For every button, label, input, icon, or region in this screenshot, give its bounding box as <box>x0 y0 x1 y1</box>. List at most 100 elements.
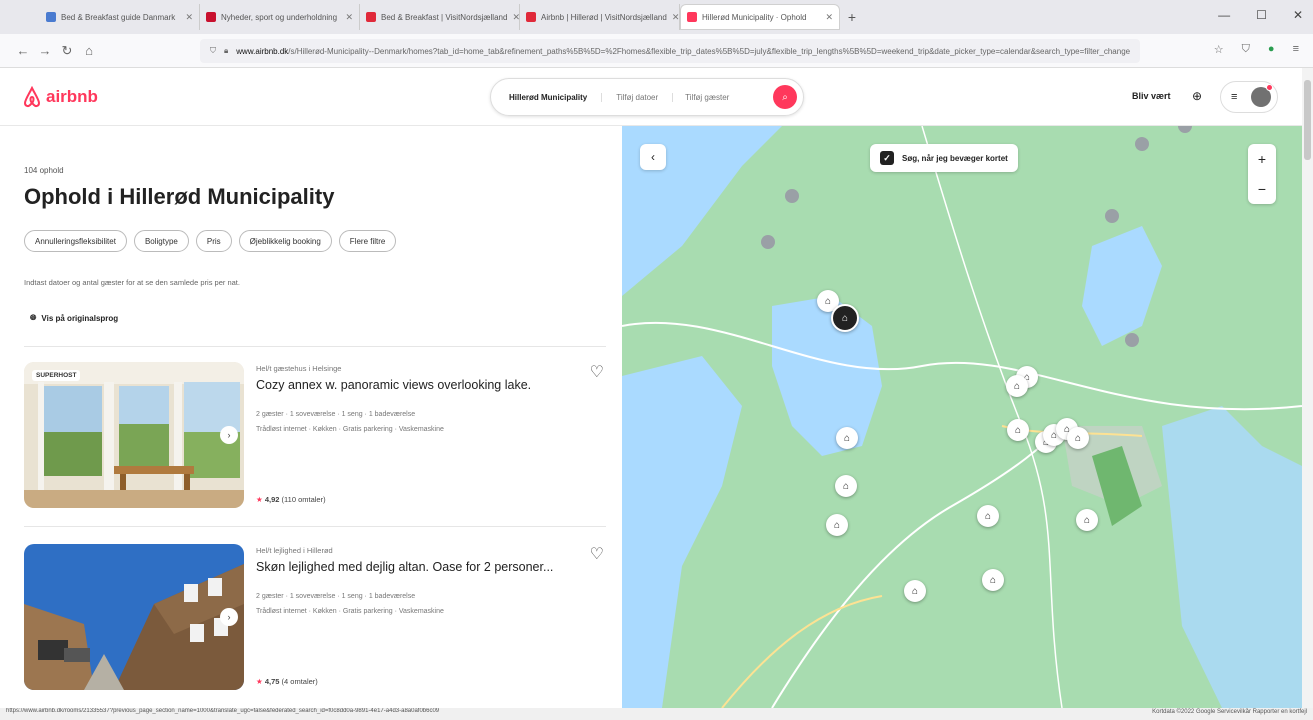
address-bar[interactable]: ⛉ 🔒︎ www.airbnb.dk /s/Hillerød-Municipal… <box>200 39 1140 63</box>
listing-title[interactable]: Cozy annex w. panoramic views overlookin… <box>256 378 531 392</box>
reload-icon[interactable]: ↻ <box>56 43 78 59</box>
extension-icon[interactable]: ● <box>1268 43 1275 56</box>
tab-favicon <box>206 12 216 22</box>
map-attribution[interactable]: Kortdata ©2022 Google Servicevilkår Rapp… <box>1152 709 1307 715</box>
filter-instant-book[interactable]: Øjeblikkelig booking <box>238 230 332 252</box>
app-menu-icon[interactable]: ≡ <box>1293 43 1299 56</box>
status-url: https://www.airbnb.dk/rooms/21335537?pre… <box>6 708 440 714</box>
map-canvas[interactable] <box>622 126 1302 708</box>
map-pin-selected[interactable]: ⌂ <box>831 304 859 332</box>
pocket-icon[interactable]: ⛉ <box>1242 43 1250 56</box>
map-panel[interactable]: ‹ ✓ Søg, når jeg bevæger kortet + − ⌂ ⌂ … <box>622 126 1302 708</box>
back-icon[interactable]: ← <box>12 43 34 58</box>
search-location[interactable]: Hillerød Municipality <box>509 92 603 102</box>
browser-tab-4[interactable]: Airbnb | Hillerød | VisitNordsjælland ✕ <box>520 4 680 30</box>
close-icon[interactable]: ✕ <box>185 12 193 23</box>
navigation-bar: ← → ↻ ⌂ ⛉ 🔒︎ www.airbnb.dk /s/Hillerød-M… <box>0 34 1313 68</box>
map-pin[interactable]: ⌂ <box>982 569 1004 591</box>
search-bar[interactable]: Hillerød Municipality Tilføj datoer Tilf… <box>490 78 804 116</box>
house-icon: ⌂ <box>1013 380 1021 392</box>
filter-more[interactable]: Flere filtre <box>338 230 397 252</box>
close-icon[interactable]: ✕ <box>345 12 353 23</box>
filter-property-type[interactable]: Boligtype <box>133 230 189 252</box>
map-pin[interactable]: ⌂ <box>1006 375 1028 397</box>
shield-icon: ⛉ <box>210 46 216 55</box>
listing-photo[interactable]: › <box>24 544 244 690</box>
filter-cancellation[interactable]: Annulleringsfleksibilitet <box>24 230 127 252</box>
zoom-in-button[interactable]: + <box>1258 151 1266 167</box>
browser-tab-2[interactable]: Nyheder, sport og underholdning ✕ <box>200 4 360 30</box>
star-icon: ★ <box>256 495 263 504</box>
status-bar: https://www.airbnb.dk/rooms/21335537?pre… <box>0 708 1313 720</box>
close-window-icon[interactable]: ✕ <box>1293 8 1303 22</box>
map-pin[interactable]: ⌂ <box>1067 427 1089 449</box>
browser-toolbar-right: ☆ ⛉ ● ≡ <box>1214 43 1299 56</box>
translate-icon: 🌐︎ <box>30 313 37 322</box>
tab-label: Hillerød Municipality · Ophold <box>702 12 807 22</box>
scrollbar-thumb[interactable] <box>1304 80 1311 160</box>
browser-tab-active[interactable]: Hillerød Municipality · Ophold ✕ <box>680 4 840 30</box>
next-photo-button[interactable]: › <box>220 426 238 444</box>
heart-icon[interactable]: ♡ <box>590 544 604 564</box>
review-count: (110 omtaler) <box>281 495 326 504</box>
tab-label: Nyheder, sport og underholdning <box>221 12 338 22</box>
url-host: www.airbnb.dk <box>236 46 289 56</box>
zoom-out-button[interactable]: − <box>1258 181 1266 197</box>
airbnb-favicon <box>687 12 697 22</box>
search-button[interactable]: ⌕ <box>773 85 797 109</box>
logo-text: airbnb <box>46 87 98 106</box>
page-scrollbar[interactable] <box>1302 68 1313 708</box>
next-photo-button[interactable]: › <box>220 608 238 626</box>
filter-price[interactable]: Pris <box>195 230 232 252</box>
star-icon: ★ <box>256 677 263 686</box>
map-pin[interactable]: ⌂ <box>904 580 926 602</box>
browser-tab-1[interactable]: Bed & Breakfast guide Danmark ✕ <box>40 4 200 30</box>
map-pin[interactable]: ⌂ <box>826 514 848 536</box>
bookmark-star-icon[interactable]: ☆ <box>1214 43 1224 56</box>
translate-label: Vis på originalsprog <box>41 313 119 323</box>
search-as-map-moves-toggle[interactable]: ✓ Søg, når jeg bevæger kortet <box>870 144 1018 172</box>
translate-toggle[interactable]: 🌐︎ Vis på originalsprog <box>30 313 118 323</box>
airbnb-logo[interactable]: airbnb <box>22 86 98 108</box>
map-pin[interactable]: ⌂ <box>835 475 857 497</box>
browser-window: Bed & Breakfast guide Danmark ✕ Nyheder,… <box>0 0 1313 720</box>
zoom-controls: + − <box>1248 144 1276 204</box>
heart-icon[interactable]: ♡ <box>590 362 604 382</box>
page-title: Ophold i Hillerød Municipality <box>24 184 335 209</box>
new-tab-button[interactable]: + <box>840 9 864 25</box>
browser-tab-3[interactable]: Bed & Breakfast | VisitNordsjælland ✕ <box>360 4 520 30</box>
become-host-link[interactable]: Bliv vært <box>1132 91 1171 101</box>
search-dates[interactable]: Tilføj datoer <box>602 92 674 102</box>
results-count: 104 ophold <box>24 166 64 175</box>
map-pin[interactable]: ⌂ <box>977 505 999 527</box>
search-guests[interactable]: Tilføj gæster <box>673 93 729 102</box>
listing-title[interactable]: Skøn lejlighed med dejlig altan. Oase fo… <box>256 560 553 574</box>
superhost-badge: SUPERHOST <box>32 370 81 381</box>
listing-type: Hel/t gæstehus i Helsinge <box>256 364 342 373</box>
divider <box>24 346 606 347</box>
filter-bar: Annulleringsfleksibilitet Boligtype Pris… <box>24 230 397 252</box>
home-icon[interactable]: ⌂ <box>78 43 100 58</box>
map-pin[interactable]: ⌂ <box>1007 419 1029 441</box>
listing-card[interactable]: › Hel/t lejlighed i Hillerød Skøn lejlig… <box>24 544 606 694</box>
house-icon: ⌂ <box>842 480 850 492</box>
checkbox-checked-icon[interactable]: ✓ <box>880 151 894 165</box>
house-icon: ⌂ <box>911 585 919 597</box>
user-menu-button[interactable]: ≡ <box>1220 81 1278 113</box>
globe-icon[interactable]: ⊕ <box>1192 89 1202 103</box>
forward-icon[interactable]: → <box>34 43 56 58</box>
minimize-icon[interactable]: — <box>1218 8 1230 22</box>
listing-card[interactable]: SUPERHOST › Hel/t gæstehus i Helsinge Co… <box>24 362 606 512</box>
map-pin[interactable]: ⌂ <box>836 427 858 449</box>
tab-favicon <box>46 12 56 22</box>
map-pin[interactable]: ⌂ <box>1076 509 1098 531</box>
collapse-map-button[interactable]: ‹ <box>640 144 666 170</box>
close-icon[interactable]: ✕ <box>512 12 519 23</box>
listing-photo[interactable]: SUPERHOST › <box>24 362 244 508</box>
notification-dot <box>1266 84 1273 91</box>
listing-type: Hel/t lejlighed i Hillerød <box>256 546 333 555</box>
listing-details: 2 gæster · 1 soveværelse · 1 seng · 1 ba… <box>256 411 416 418</box>
maximize-icon[interactable]: ☐ <box>1256 8 1267 22</box>
close-icon[interactable]: ✕ <box>672 12 679 23</box>
close-icon[interactable]: ✕ <box>825 12 833 23</box>
